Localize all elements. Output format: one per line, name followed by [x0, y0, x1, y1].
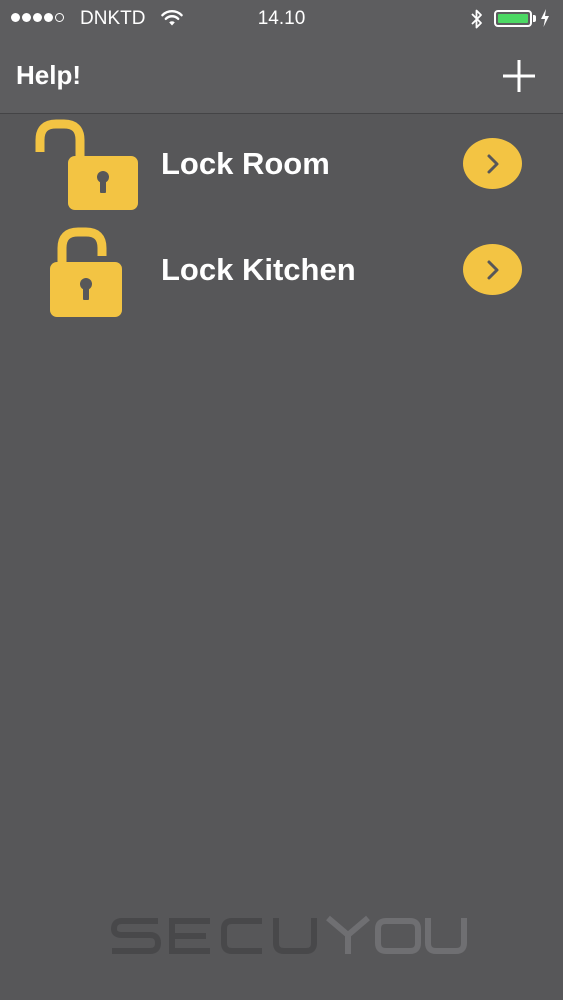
secuyou-logo [110, 913, 470, 959]
chevron-right-icon [487, 260, 498, 279]
battery-level-fill [498, 14, 528, 23]
help-button[interactable]: Help! [16, 60, 81, 91]
lock-detail-button[interactable] [463, 138, 522, 189]
charging-bolt-icon [540, 9, 550, 33]
app-screen: DNKTD 14.10 Help! Lock Room Lock Kitchen [0, 0, 563, 1000]
unlocked-padlock-icon [48, 224, 128, 325]
plus-icon [503, 60, 535, 92]
battery-tip [533, 15, 536, 22]
unlocked-padlock-icon [30, 118, 142, 223]
bluetooth-icon [470, 8, 484, 36]
nav-bar: Help! [0, 40, 563, 114]
add-lock-button[interactable] [499, 56, 539, 96]
battery-icon [494, 10, 532, 27]
lock-name: Lock Room [161, 146, 330, 181]
lock-detail-button[interactable] [463, 244, 522, 295]
lock-name: Lock Kitchen [161, 252, 356, 287]
status-bar: DNKTD 14.10 [0, 0, 563, 40]
lock-row-room[interactable]: Lock Room [0, 114, 563, 220]
chevron-right-icon [487, 154, 498, 173]
lock-row-kitchen[interactable]: Lock Kitchen [0, 220, 563, 326]
